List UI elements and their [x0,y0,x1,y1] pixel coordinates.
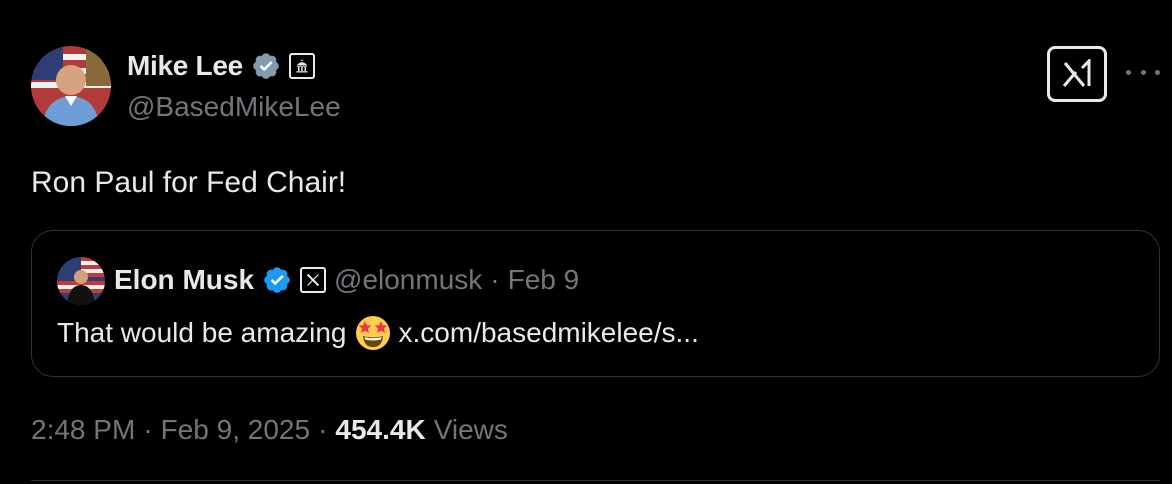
meta-separator: · [318,414,328,445]
blue-verified-badge-icon[interactable] [262,265,292,295]
views-count[interactable]: 454.4K [335,414,425,446]
post-time[interactable]: 2:48 PM [31,414,135,446]
quoted-tweet[interactable]: Elon Musk @elonmusk · Feb 9 That would b… [31,230,1160,377]
author-avatar[interactable] [31,46,111,126]
tweet-text: Ron Paul for Fed Chair! [31,166,347,199]
author-name-row: Mike Lee [127,50,315,82]
quoted-text-row: That would be amazing x.com/basedmikelee… [57,315,699,351]
tweet-meta: 2:48 PM · Feb 9, 2025 · 454.4K Views [31,414,508,446]
gray-verified-badge-icon[interactable] [251,51,281,81]
quoted-separator: · [490,264,500,295]
quoted-header: Elon Musk @elonmusk · Feb 9 [114,264,579,296]
quoted-author-avatar[interactable] [57,257,105,305]
more-options-icon[interactable] [1126,62,1160,82]
quoted-link[interactable]: x.com/basedmikelee/s... [399,317,699,349]
meta-separator: · [143,414,153,445]
author-display-name[interactable]: Mike Lee [127,50,243,82]
post-date[interactable]: Feb 9, 2025 [161,414,310,446]
tweet-card[interactable]: Mike Lee @BasedMikeLee Ron Paul for Fed … [0,0,1172,484]
quoted-date[interactable]: Feb 9 [508,264,580,296]
government-building-icon[interactable] [288,53,315,79]
quoted-handle[interactable]: @elonmusk [334,264,482,296]
star-struck-emoji-icon [355,315,391,351]
author-handle[interactable]: @BasedMikeLee [127,91,341,123]
x-logo-icon[interactable] [300,267,327,293]
grok-icon [1062,59,1091,87]
divider [31,480,1160,481]
views-label: Views [433,414,508,445]
grok-button[interactable] [1047,46,1107,102]
quoted-display-name[interactable]: Elon Musk [114,264,254,296]
quoted-text: That would be amazing [57,317,347,348]
